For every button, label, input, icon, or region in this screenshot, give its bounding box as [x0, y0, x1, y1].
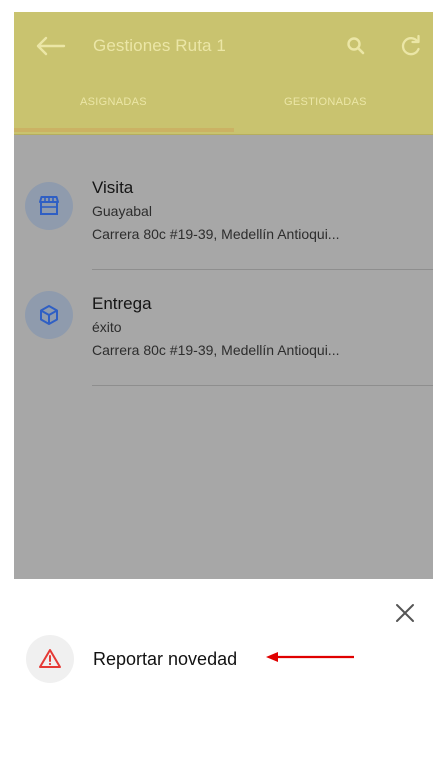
- warning-icon: [39, 649, 61, 668]
- active-tab-indicator: [14, 128, 234, 132]
- search-icon[interactable]: [344, 34, 368, 58]
- app-bar: Gestiones Ruta 1 ASIGNADAS GESTIONADAS: [14, 12, 433, 135]
- annotation-arrow-icon: [266, 652, 354, 662]
- back-arrow-icon[interactable]: [32, 28, 68, 64]
- list-item[interactable]: Entrega éxito Carrera 80c #19-39, Medell…: [14, 288, 433, 388]
- item-subtitle: éxito: [92, 319, 122, 335]
- page-title: Gestiones Ruta 1: [93, 36, 226, 55]
- store-icon: [39, 196, 59, 215]
- report-issue-option[interactable]: Reportar novedad: [93, 649, 237, 670]
- tab-gestionadas[interactable]: GESTIONADAS: [284, 96, 367, 108]
- list-item[interactable]: Visita Guayabal Carrera 80c #19-39, Mede…: [14, 172, 433, 272]
- app-screen-dimmed: Gestiones Ruta 1 ASIGNADAS GESTIONADAS V…: [14, 12, 433, 579]
- divider: [92, 269, 433, 270]
- item-title: Entrega: [92, 294, 152, 313]
- close-icon[interactable]: [392, 600, 418, 626]
- warning-icon-avatar[interactable]: [26, 635, 74, 683]
- store-icon-avatar: [25, 182, 73, 230]
- package-icon-avatar: [25, 291, 73, 339]
- package-icon: [40, 305, 58, 325]
- divider: [92, 385, 433, 386]
- item-title: Visita: [92, 178, 134, 197]
- tab-asignadas[interactable]: ASIGNADAS: [80, 96, 147, 108]
- item-subtitle: Guayabal: [92, 203, 152, 219]
- refresh-icon[interactable]: [397, 32, 425, 60]
- item-address: Carrera 80c #19-39, Medellín Antioqui...: [92, 342, 340, 358]
- item-address: Carrera 80c #19-39, Medellín Antioqui...: [92, 226, 340, 242]
